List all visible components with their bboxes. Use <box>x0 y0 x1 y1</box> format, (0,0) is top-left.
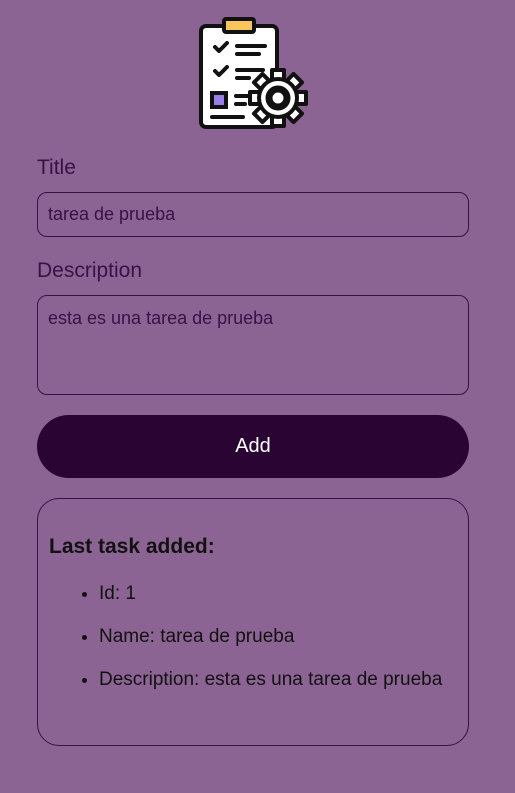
description-textarea[interactable]: esta es una tarea de prueba <box>37 295 469 395</box>
add-button[interactable]: Add <box>37 415 469 478</box>
task-checklist-gear-icon <box>193 16 311 134</box>
last-task-list: Id: 1 Name: tarea de prueba Description:… <box>49 583 449 712</box>
title-input[interactable] <box>37 192 469 237</box>
last-task-heading: Last task added: <box>49 535 215 558</box>
last-task-id: Id: 1 <box>99 583 449 604</box>
last-task-card: Last task added: Id: 1 Name: tarea de pr… <box>37 498 469 746</box>
last-task-name: Name: tarea de prueba <box>99 626 449 647</box>
last-task-description: Description: esta es una tarea de prueba <box>99 669 449 690</box>
description-label: Description <box>37 259 143 282</box>
title-label: Title <box>37 156 76 179</box>
